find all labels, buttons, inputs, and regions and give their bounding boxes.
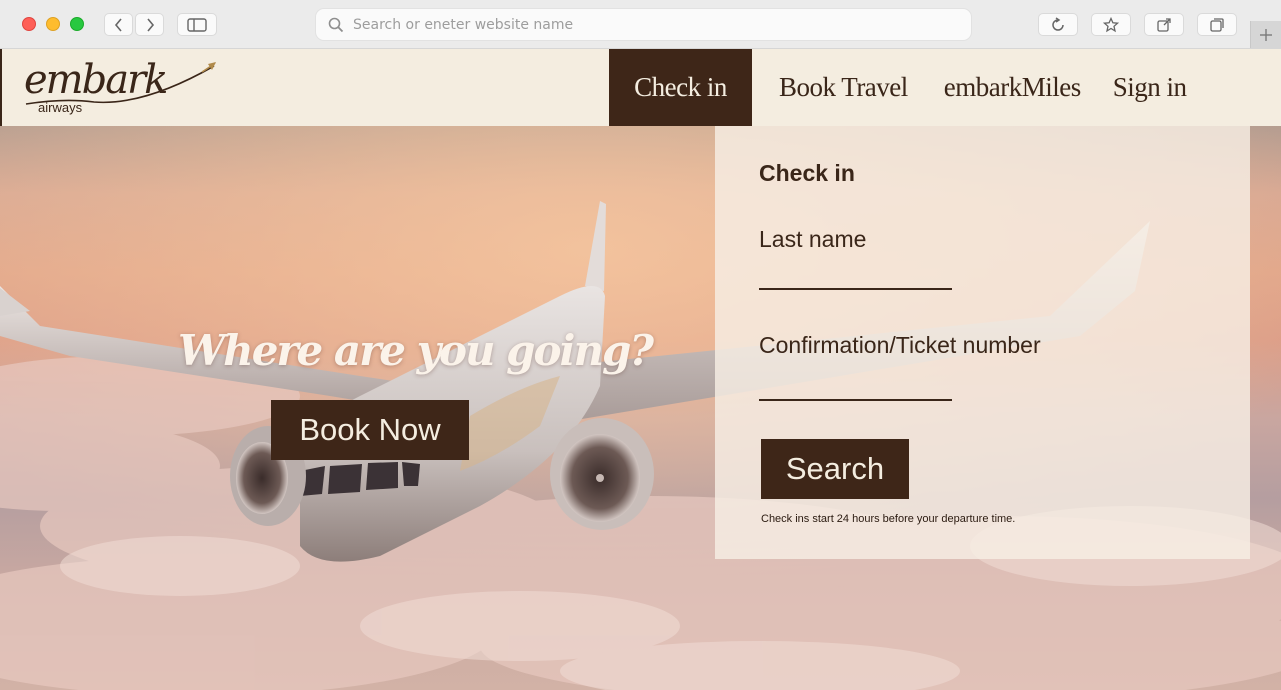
star-icon [1103, 16, 1119, 32]
plus-icon [1260, 28, 1272, 41]
address-input[interactable] [353, 16, 971, 33]
minimize-window-button[interactable] [46, 17, 60, 31]
share-button[interactable] [1144, 13, 1184, 36]
forward-icon [146, 17, 154, 32]
tabs-icon [1210, 17, 1224, 32]
browser-toolbar [0, 0, 1281, 49]
brand-subtitle: airways [38, 100, 83, 115]
nav-embark-miles[interactable]: embarkMiles [944, 49, 1081, 126]
sidebar-toggle-button[interactable] [177, 13, 217, 36]
brand-name: embark [24, 57, 168, 103]
last-name-label: Last name [759, 226, 867, 252]
nav-check-in[interactable]: Check in [609, 49, 752, 126]
close-window-button[interactable] [22, 17, 36, 31]
reload-icon [1052, 16, 1064, 31]
check-in-panel: Check in Last name Confirmation/Ticket n… [715, 126, 1250, 559]
hero-section: Where are you going? Book Now Check in L… [0, 126, 1281, 690]
bookmark-button[interactable] [1091, 13, 1131, 36]
forward-button[interactable] [135, 13, 164, 36]
book-now-button[interactable]: Book Now [271, 400, 469, 460]
nav-book-travel[interactable]: Book Travel [779, 49, 908, 126]
share-icon [1157, 17, 1171, 32]
confirmation-number-input[interactable] [759, 371, 952, 401]
new-tab-button[interactable] [1250, 21, 1281, 48]
back-button[interactable] [104, 13, 133, 36]
maximize-window-button[interactable] [70, 17, 84, 31]
sidebar-icon [187, 17, 207, 32]
main-navigation: Check in Book Travel embarkMiles Sign in [609, 49, 1187, 126]
back-icon [114, 17, 122, 32]
nav-sign-in[interactable]: Sign in [1113, 49, 1187, 126]
check-in-note: Check ins start 24 hours before your dep… [761, 513, 1016, 525]
tabs-overview-button[interactable] [1197, 13, 1237, 36]
confirmation-number-label: Confirmation/Ticket number [759, 332, 1041, 358]
brand-logo[interactable]: embark airways [24, 58, 224, 122]
address-bar[interactable] [315, 8, 972, 41]
search-button[interactable]: Search [761, 439, 909, 499]
search-icon [328, 17, 344, 32]
reload-button[interactable] [1038, 13, 1078, 36]
hero-headline: Where are you going? [178, 326, 654, 375]
site-header: embark airways Check in Book Travel emba… [0, 49, 1281, 126]
check-in-title: Check in [759, 160, 855, 186]
last-name-input[interactable] [759, 260, 952, 290]
